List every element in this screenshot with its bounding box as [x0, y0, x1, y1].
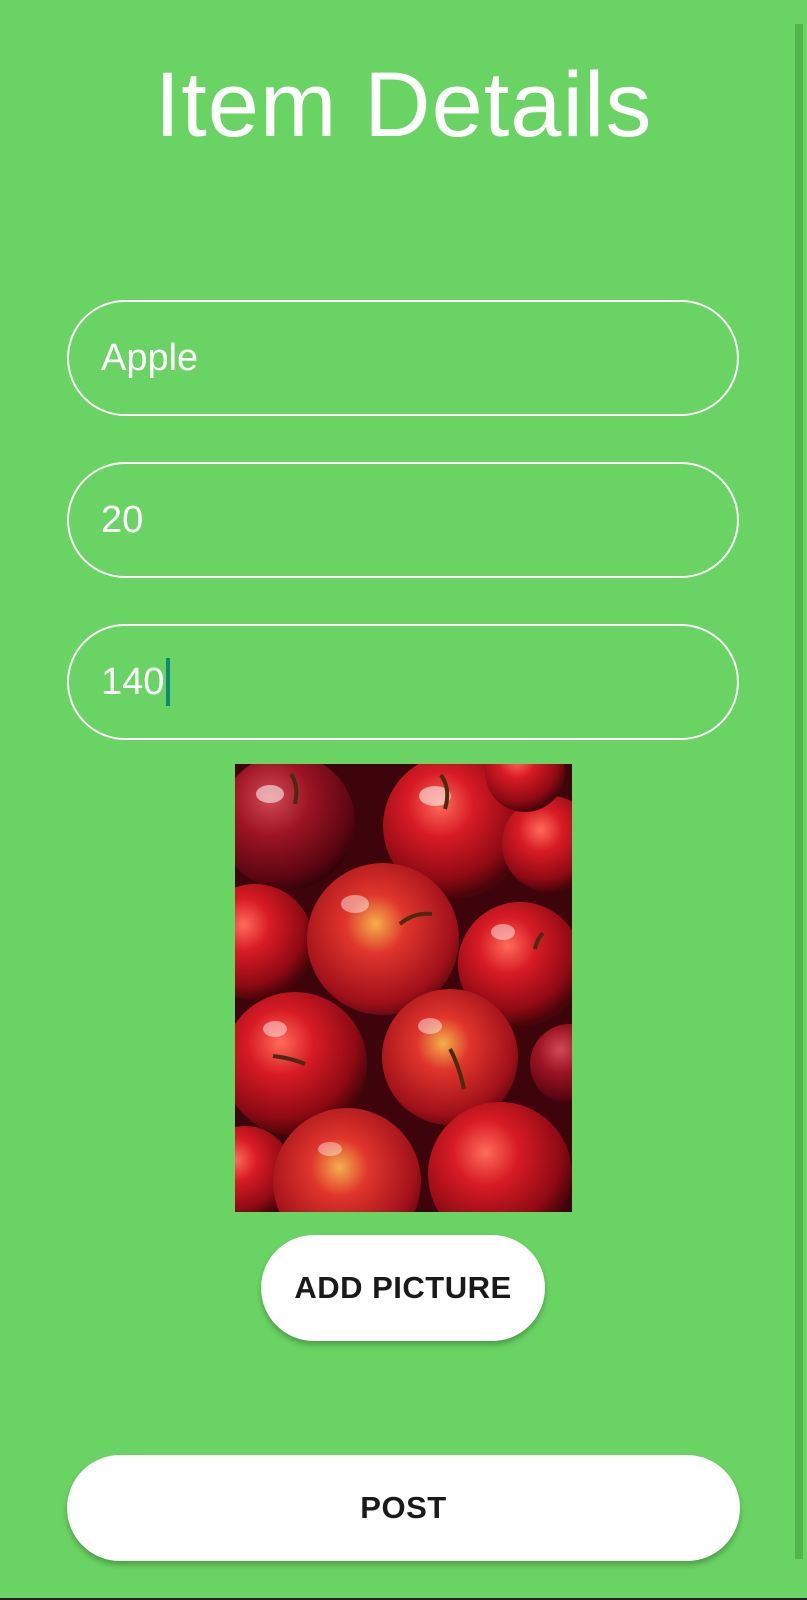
- item-name-value: Apple: [101, 336, 199, 379]
- item-quantity-value: 20: [101, 498, 144, 541]
- item-price-value: 140: [101, 660, 165, 703]
- item-name-field[interactable]: Apple: [67, 300, 739, 416]
- text-cursor: [166, 658, 171, 706]
- item-price-field[interactable]: 140: [67, 624, 739, 740]
- item-photo: [235, 764, 572, 1212]
- item-quantity-field[interactable]: 20: [67, 462, 739, 578]
- scrollbar[interactable]: [795, 24, 803, 1559]
- add-picture-button[interactable]: ADD PICTURE: [261, 1235, 545, 1341]
- post-button[interactable]: POST: [67, 1455, 740, 1561]
- page-title: Item Details: [154, 54, 653, 156]
- apples-image: [235, 764, 572, 1212]
